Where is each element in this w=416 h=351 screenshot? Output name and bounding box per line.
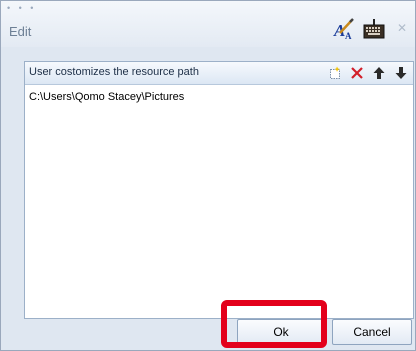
panel-toolbar <box>327 64 409 82</box>
svg-text:A: A <box>345 31 352 41</box>
spell-check-icon[interactable]: A A <box>332 17 356 41</box>
path-list: C:\Users\Qomo Stacey\Pictures <box>29 89 409 105</box>
move-up-icon[interactable] <box>371 65 387 81</box>
ok-button[interactable]: Ok <box>237 319 325 345</box>
move-down-icon[interactable] <box>393 65 409 81</box>
new-icon[interactable] <box>327 65 343 81</box>
cancel-button[interactable]: Cancel <box>332 319 412 345</box>
close-icon[interactable]: ✕ <box>397 21 407 35</box>
panel-header: User costomizes the resource path <box>25 62 413 85</box>
delete-icon[interactable] <box>349 65 365 81</box>
panel-header-label: User costomizes the resource path <box>29 66 199 78</box>
resource-path-panel: User costomizes the resource path C:\Use… <box>24 61 414 319</box>
keyboard-icon[interactable] <box>362 17 386 41</box>
title-decoration: • • • <box>7 3 37 13</box>
list-item[interactable]: C:\Users\Qomo Stacey\Pictures <box>29 89 409 105</box>
edit-dialog: • • • Edit A A ✕ User costomizes the res… <box>0 0 416 351</box>
dialog-title: Edit <box>9 24 32 39</box>
title-bar: • • • Edit A A ✕ <box>1 1 415 47</box>
